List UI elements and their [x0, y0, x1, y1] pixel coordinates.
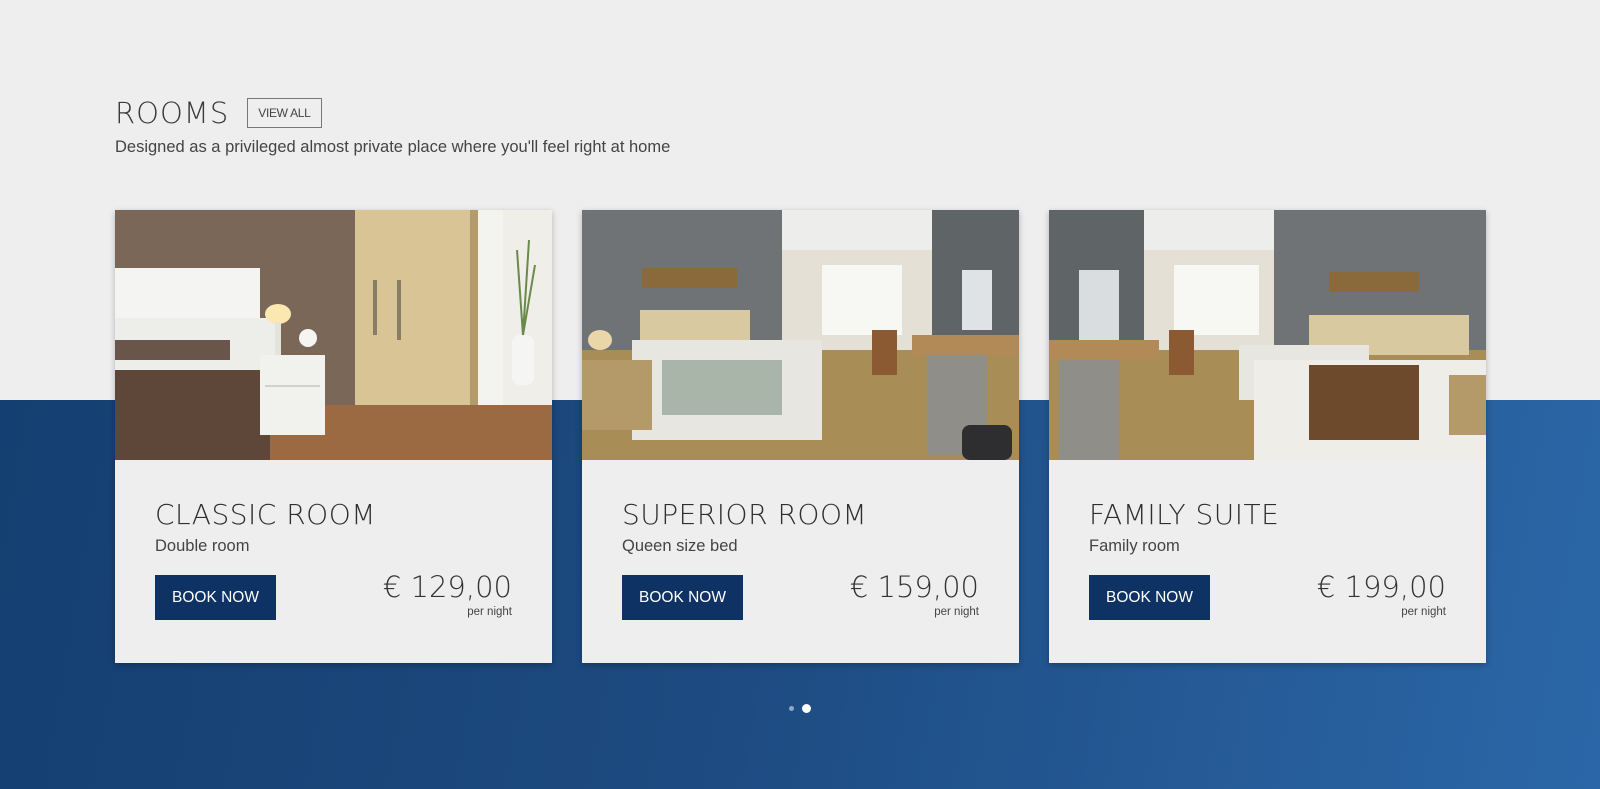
room-photo-family: [1049, 210, 1486, 460]
view-all-button[interactable]: VIEW ALL: [247, 98, 322, 128]
room-photo-superior: [582, 210, 1019, 460]
carousel-dot-1[interactable]: [789, 706, 794, 711]
room-price: € 159,00 per night: [849, 570, 979, 619]
per-night-label: per night: [934, 606, 979, 618]
price-value: € 199,00: [1316, 570, 1446, 604]
per-night-label: per night: [467, 606, 512, 618]
room-name: SUPERIOR ROOM: [622, 498, 868, 531]
room-cards: CLASSIC ROOM Double room BOOK NOW € 129,…: [115, 210, 1486, 663]
book-now-button[interactable]: BOOK NOW: [1089, 575, 1210, 620]
book-now-button[interactable]: BOOK NOW: [155, 575, 276, 620]
room-card-body: SUPERIOR ROOM Queen size bed BOOK NOW € …: [582, 460, 1019, 663]
book-now-button[interactable]: BOOK NOW: [622, 575, 743, 620]
room-type: Double room: [155, 536, 250, 555]
price-value: € 129,00: [382, 570, 512, 604]
room-photo-classic: [115, 210, 552, 460]
room-type: Queen size bed: [622, 536, 738, 555]
room-name: CLASSIC ROOM: [155, 498, 376, 531]
room-type: Family room: [1089, 536, 1180, 555]
section-title: ROOMS: [115, 96, 230, 130]
room-card-classic: CLASSIC ROOM Double room BOOK NOW € 129,…: [115, 210, 552, 663]
room-name: FAMILY SUITE: [1089, 498, 1280, 531]
room-card-family: FAMILY SUITE Family room BOOK NOW € 199,…: [1049, 210, 1486, 663]
section-subtitle: Designed as a privileged almost private …: [115, 138, 671, 156]
rooms-header: ROOMS VIEW ALL Designed as a privileged …: [115, 96, 670, 157]
room-card-body: FAMILY SUITE Family room BOOK NOW € 199,…: [1049, 460, 1486, 663]
price-value: € 159,00: [849, 570, 979, 604]
per-night-label: per night: [1401, 606, 1446, 618]
room-price: € 129,00 per night: [382, 570, 512, 619]
carousel-pagination: [789, 704, 811, 713]
title-row: ROOMS VIEW ALL: [115, 96, 670, 130]
room-card-superior: SUPERIOR ROOM Queen size bed BOOK NOW € …: [582, 210, 1019, 663]
carousel-dot-2-active[interactable]: [802, 704, 811, 713]
room-card-body: CLASSIC ROOM Double room BOOK NOW € 129,…: [115, 460, 552, 663]
room-price: € 199,00 per night: [1316, 570, 1446, 619]
